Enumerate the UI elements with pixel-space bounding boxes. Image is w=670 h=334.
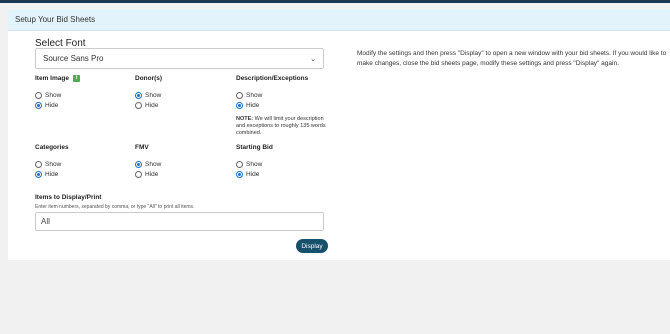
description-exceptions-group: Description/Exceptions Show Hide NOTE: W… <box>236 75 326 137</box>
items-input[interactable]: All <box>35 212 324 231</box>
info-icon[interactable]: i <box>72 75 80 82</box>
radio-checked-icon[interactable] <box>236 101 243 109</box>
fmv-show-option[interactable]: Show <box>135 159 161 169</box>
panel-title: Setup Your Bid Sheets <box>15 15 96 24</box>
description-note: NOTE: We will limit your description and… <box>236 116 326 136</box>
font-select[interactable]: Source Sans Pro ⌄ <box>35 48 324 69</box>
instructions-text: Modify the settings and then press "Disp… <box>357 50 667 67</box>
description-hide-option[interactable]: Hide <box>236 100 326 110</box>
donors-label: Donor(s) <box>135 75 163 82</box>
radio-icon[interactable] <box>236 91 243 99</box>
categories-label: Categories <box>35 144 69 151</box>
radio-checked-icon[interactable] <box>35 170 42 178</box>
radio-checked-icon[interactable] <box>135 91 142 99</box>
categories-hide-option[interactable]: Hide <box>35 169 69 179</box>
categories-group: Categories Show Hide <box>35 144 69 179</box>
radio-icon[interactable] <box>35 91 42 99</box>
description-show-option[interactable]: Show <box>236 90 326 100</box>
donors-group: Donor(s) Show Hide <box>135 75 162 110</box>
radio-icon[interactable] <box>135 170 142 178</box>
fmv-group: FMV Show Hide <box>135 144 161 179</box>
starting-bid-show-option[interactable]: Show <box>236 159 273 169</box>
item-image-label: Item Image <box>35 75 69 82</box>
items-input-value: All <box>41 217 50 226</box>
radio-checked-icon[interactable] <box>236 170 243 178</box>
top-accent-bar <box>0 0 670 3</box>
font-select-value: Source Sans Pro <box>43 54 104 63</box>
fmv-label: FMV <box>135 144 149 151</box>
panel-header: Setup Your Bid Sheets <box>8 9 670 31</box>
items-help-text: Enter item numbers, separated by comma, … <box>35 204 195 210</box>
starting-bid-hide-option[interactable]: Hide <box>236 169 273 179</box>
donors-show-option[interactable]: Show <box>135 90 162 100</box>
radio-icon[interactable] <box>35 160 42 168</box>
bid-sheet-setup-panel: Setup Your Bid Sheets Select Font Source… <box>8 9 670 260</box>
item-image-hide-option[interactable]: Hide <box>35 100 80 110</box>
description-exceptions-label: Description/Exceptions <box>236 75 309 82</box>
radio-icon[interactable] <box>236 160 243 168</box>
chevron-down-icon: ⌄ <box>310 55 316 63</box>
radio-checked-icon[interactable] <box>135 160 142 168</box>
starting-bid-group: Starting Bid Show Hide <box>236 144 273 179</box>
starting-bid-label: Starting Bid <box>236 144 273 151</box>
fmv-hide-option[interactable]: Hide <box>135 169 161 179</box>
radio-checked-icon[interactable] <box>35 101 42 109</box>
item-image-group: Item Image i Show Hide <box>35 75 80 110</box>
item-image-show-option[interactable]: Show <box>35 90 80 100</box>
display-button[interactable]: Display <box>296 239 328 253</box>
radio-icon[interactable] <box>135 101 142 109</box>
donors-hide-option[interactable]: Hide <box>135 100 162 110</box>
categories-show-option[interactable]: Show <box>35 159 69 169</box>
items-to-display-label: Items to Display/Print <box>35 194 102 201</box>
